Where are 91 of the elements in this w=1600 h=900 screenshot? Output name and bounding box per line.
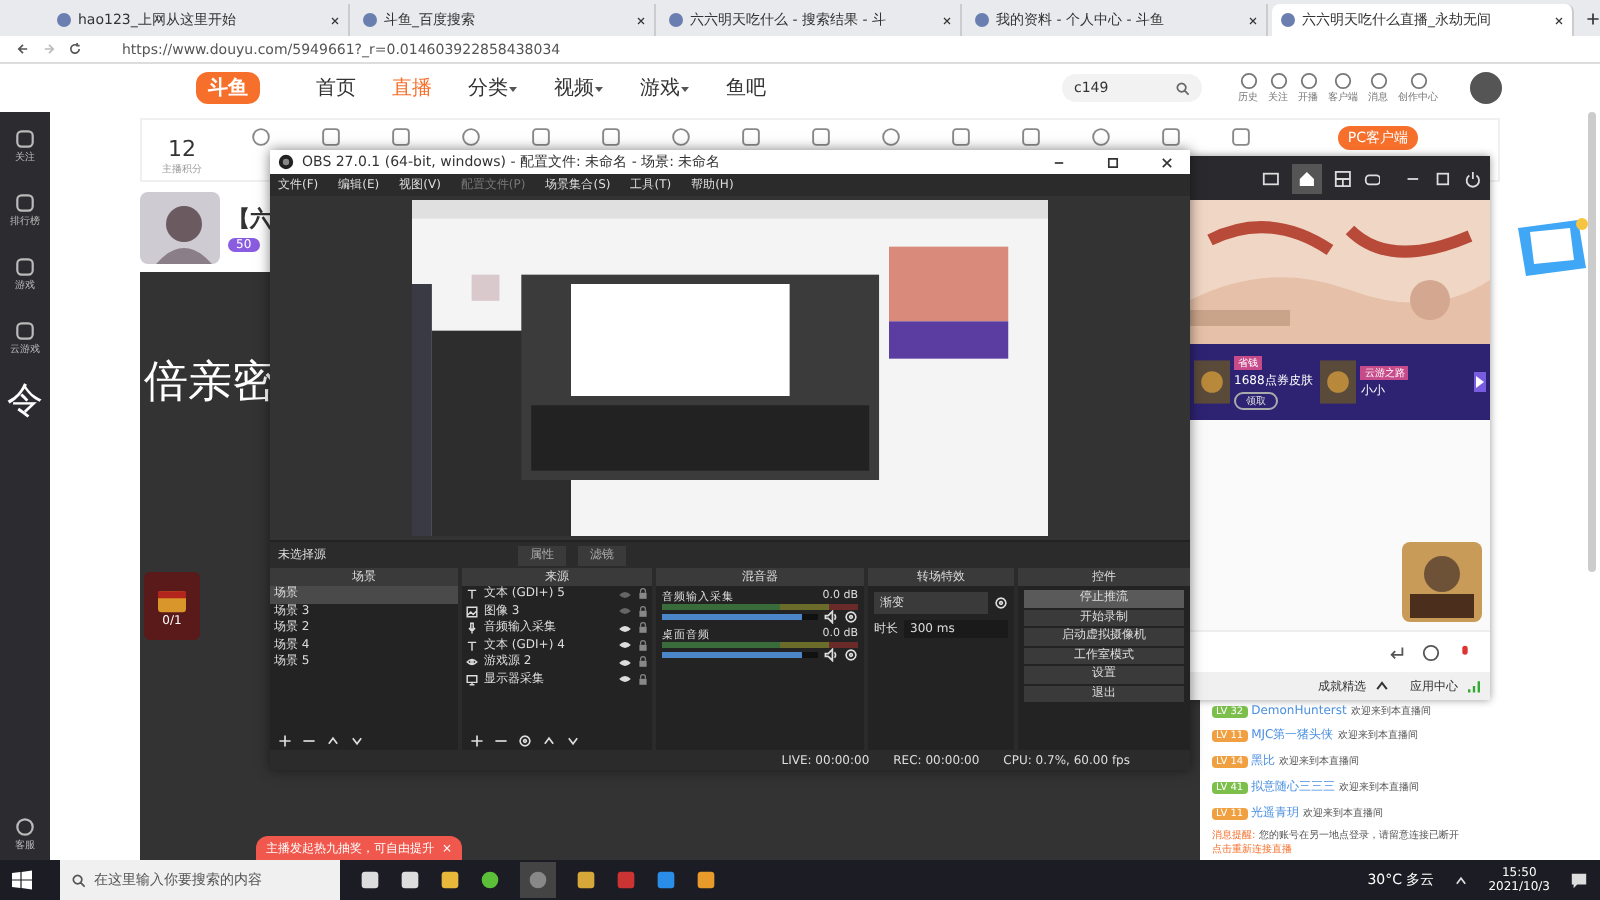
feature-icon[interactable] <box>530 126 552 148</box>
feature-icon[interactable] <box>250 126 272 148</box>
nav-link[interactable]: 分类 <box>468 74 518 102</box>
overlay-text: 令 <box>7 384 43 420</box>
grid-icon[interactable] <box>1333 169 1352 187</box>
settings-icon[interactable] <box>518 733 532 747</box>
up-icon[interactable] <box>542 733 556 747</box>
mic-icon <box>466 622 478 635</box>
lock-icon[interactable] <box>638 673 648 686</box>
microphone-icon[interactable] <box>1456 643 1474 661</box>
nav-link[interactable]: 视频 <box>554 74 604 102</box>
search-icon[interactable] <box>1176 81 1190 95</box>
text-icon <box>466 588 478 601</box>
header-link-icon <box>1409 72 1427 90</box>
speaker-icon[interactable] <box>824 648 838 662</box>
enter-icon[interactable] <box>1388 643 1406 661</box>
feature-icon[interactable] <box>1160 126 1182 148</box>
page-icon <box>362 12 378 28</box>
lock-icon[interactable] <box>638 622 648 635</box>
up-icon[interactable] <box>326 733 340 747</box>
feature-icon[interactable] <box>600 126 622 148</box>
page-icon <box>1280 12 1296 28</box>
next-icon[interactable] <box>1474 372 1486 392</box>
start-icon[interactable] <box>12 870 32 890</box>
feature-icon[interactable] <box>1230 126 1252 148</box>
nav-link[interactable]: 首页 <box>316 74 356 102</box>
close-icon[interactable] <box>636 15 646 25</box>
volume-slider[interactable] <box>662 652 803 658</box>
maximize-icon[interactable] <box>1106 155 1120 169</box>
new-tab-icon[interactable] <box>1586 11 1600 25</box>
settings-icon[interactable] <box>844 610 858 624</box>
notification-icon[interactable] <box>1570 871 1588 889</box>
feature-icon[interactable] <box>810 126 832 148</box>
score-value: 12 <box>168 136 196 162</box>
search-icon <box>72 873 86 887</box>
lock-icon[interactable] <box>638 656 648 669</box>
lock-icon[interactable] <box>638 605 648 618</box>
add-icon[interactable] <box>278 733 292 747</box>
user-avatar[interactable] <box>1470 72 1502 104</box>
close-icon[interactable] <box>1160 155 1174 169</box>
feature-icon[interactable] <box>1090 126 1112 148</box>
down-icon[interactable] <box>350 733 364 747</box>
speaker-icon[interactable] <box>824 610 838 624</box>
settings-icon[interactable] <box>994 596 1008 610</box>
eye-icon[interactable] <box>618 657 632 668</box>
feature-icon[interactable] <box>460 126 482 148</box>
emoji-icon[interactable] <box>1422 643 1440 661</box>
add-icon[interactable] <box>470 733 484 747</box>
sidebar-icon <box>14 256 36 278</box>
feature-icon[interactable] <box>880 126 902 148</box>
caret-icon <box>1374 678 1390 694</box>
volume-slider[interactable] <box>662 614 803 620</box>
back-icon[interactable] <box>16 42 30 56</box>
sidebar-icon <box>14 192 36 214</box>
close-icon[interactable] <box>330 15 340 25</box>
display-icon <box>466 673 478 686</box>
signal-icon <box>1466 678 1482 694</box>
close-icon[interactable] <box>1554 15 1564 25</box>
settings-icon[interactable] <box>844 648 858 662</box>
sidebar-icon <box>14 320 36 342</box>
down-icon[interactable] <box>566 733 580 747</box>
image-icon <box>466 605 478 618</box>
chest-icon <box>154 585 190 613</box>
power-icon[interactable] <box>1464 169 1483 187</box>
feature-icon[interactable] <box>740 126 762 148</box>
home-icon[interactable] <box>1291 163 1322 193</box>
chevron-icon[interactable] <box>1454 873 1469 887</box>
feature-icon[interactable] <box>320 126 342 148</box>
page-icon <box>974 12 990 28</box>
app-logo-icon <box>278 154 294 170</box>
eye-icon[interactable] <box>618 674 632 685</box>
close-icon[interactable] <box>1248 15 1258 25</box>
reload-icon[interactable] <box>68 42 82 56</box>
page-icon <box>56 12 72 28</box>
lock-icon[interactable] <box>638 639 648 652</box>
feature-icon[interactable] <box>1020 126 1042 148</box>
feature-icon[interactable] <box>950 126 972 148</box>
lock-icon[interactable] <box>638 588 648 601</box>
sidebar-icon <box>14 128 36 150</box>
feature-icon[interactable] <box>390 126 412 148</box>
gamepad-icon[interactable] <box>1363 169 1381 187</box>
video-icon[interactable] <box>1262 169 1280 187</box>
eye-icon[interactable] <box>618 623 632 634</box>
feature-icon[interactable] <box>670 126 692 148</box>
nav-link[interactable]: 游戏 <box>640 74 690 102</box>
text-icon <box>466 639 478 652</box>
game-icon <box>466 656 478 669</box>
close-icon[interactable] <box>942 15 952 25</box>
nav-link[interactable]: 鱼吧 <box>726 74 766 102</box>
eye-icon[interactable] <box>618 640 632 651</box>
page-icon <box>668 12 684 28</box>
